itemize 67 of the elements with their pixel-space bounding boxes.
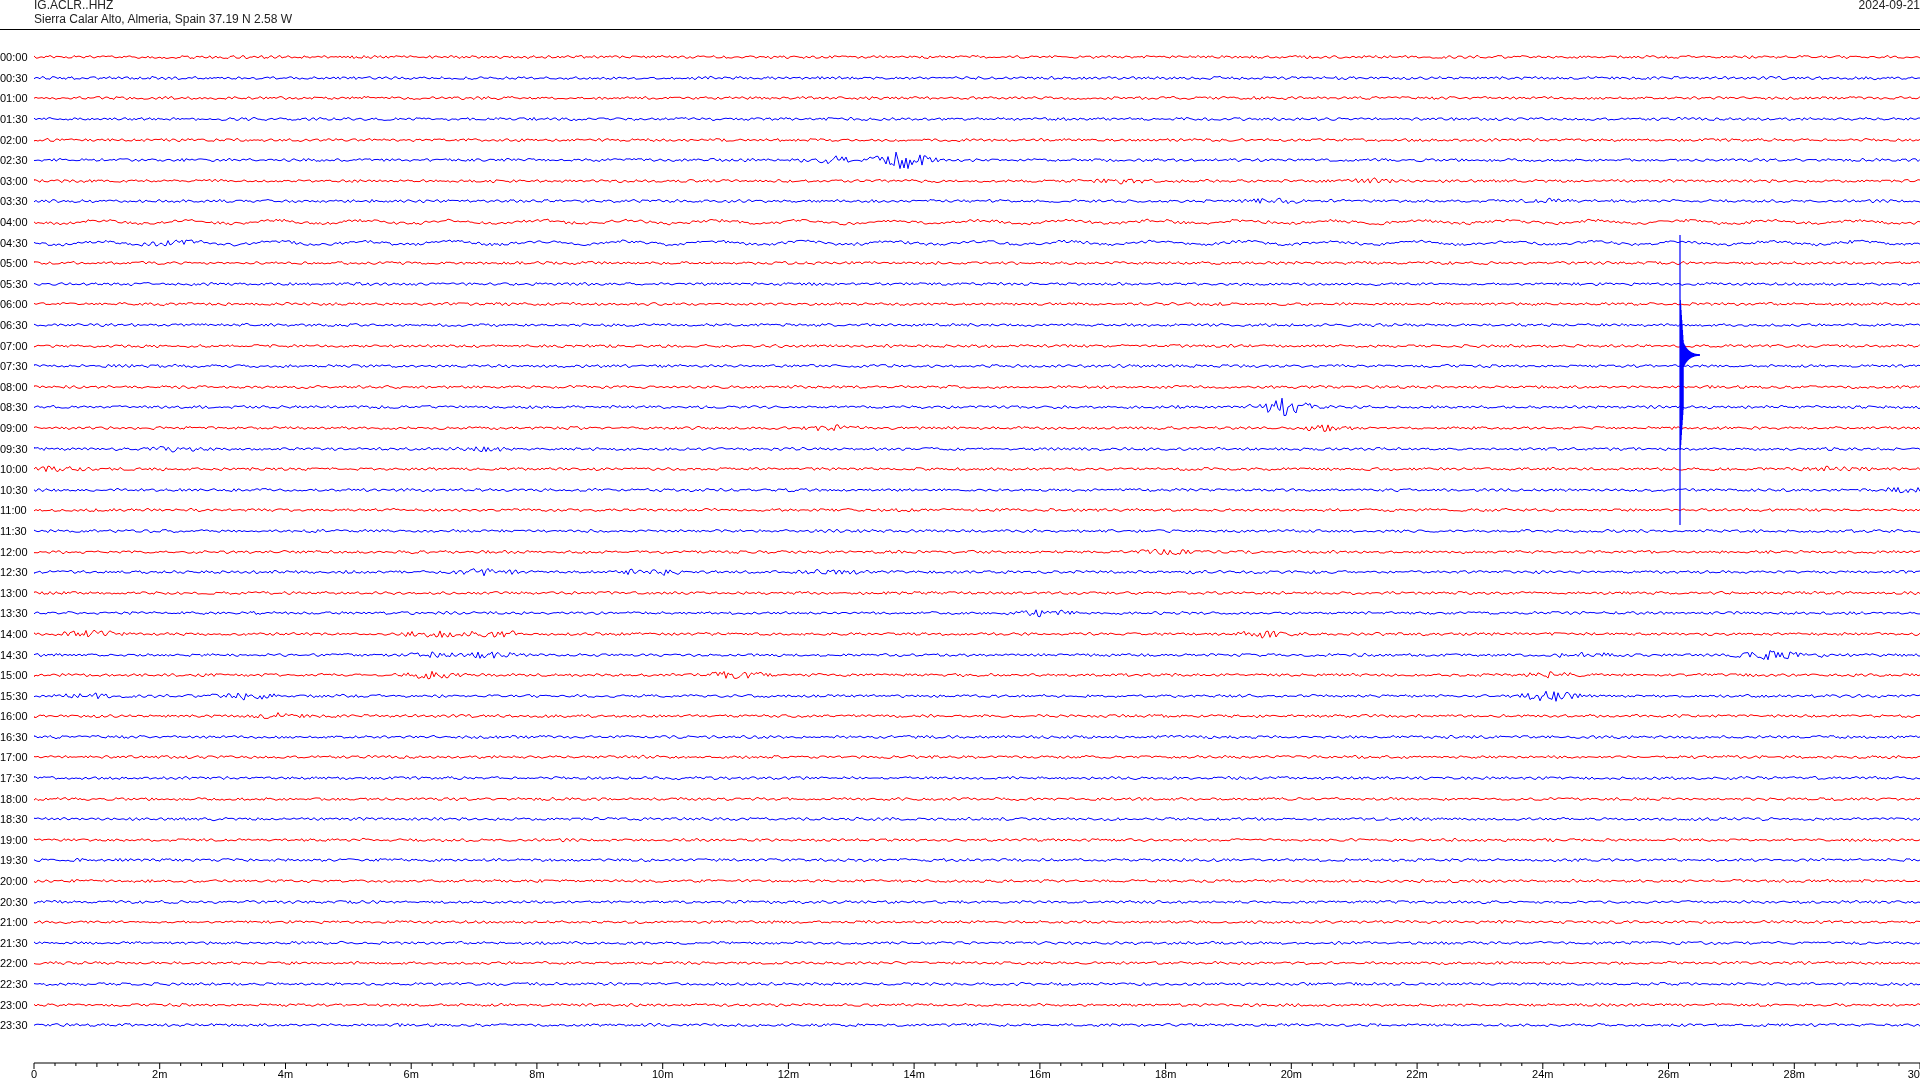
tick-label: 0 xyxy=(30,1068,38,1080)
time-label: 03:30 xyxy=(0,195,29,208)
time-label: 16:30 xyxy=(0,730,29,743)
time-label: 01:30 xyxy=(0,113,29,126)
tick-label: 28m xyxy=(1783,1068,1805,1080)
time-label: 05:00 xyxy=(0,257,29,270)
time-label: 11:00 xyxy=(0,504,28,517)
tick-label: 22m xyxy=(1406,1068,1428,1080)
time-label: 23:00 xyxy=(0,998,29,1011)
time-label: 22:30 xyxy=(0,978,29,990)
time-label: 18:00 xyxy=(0,792,29,805)
time-label: 23:30 xyxy=(0,1019,29,1032)
tick-label: 4m xyxy=(277,1068,294,1080)
tick-label: 16m xyxy=(1029,1068,1051,1080)
time-label: 11:30 xyxy=(0,524,28,537)
tick-label: 20m xyxy=(1280,1068,1303,1080)
time-label: 13:30 xyxy=(0,607,29,620)
time-label: 22:00 xyxy=(0,957,29,970)
time-label: 01:00 xyxy=(0,92,29,105)
time-label: 02:30 xyxy=(0,154,29,167)
time-label: 08:30 xyxy=(0,401,29,414)
time-label: 21:00 xyxy=(0,916,29,929)
station-code: IG.ACLR..HHZ xyxy=(34,0,115,12)
tick-label: 14m xyxy=(903,1068,925,1080)
time-label: 04:00 xyxy=(0,216,29,229)
time-label: 19:30 xyxy=(0,854,29,867)
time-label: 10:00 xyxy=(0,463,29,476)
time-label: 09:00 xyxy=(0,422,29,434)
time-label: 13:00 xyxy=(0,586,29,599)
time-label: 18:30 xyxy=(0,813,29,826)
time-label: 04:30 xyxy=(0,236,29,249)
time-label: 05:30 xyxy=(0,277,29,290)
time-label: 07:00 xyxy=(0,339,29,352)
time-label: 06:30 xyxy=(0,319,29,331)
tick-label: 30 xyxy=(1907,1068,1920,1080)
time-label: 02:00 xyxy=(0,133,29,146)
time-label: 21:30 xyxy=(0,936,29,949)
tick-label: 8m xyxy=(529,1068,545,1080)
time-label: 20:30 xyxy=(0,895,29,908)
time-label: 03:00 xyxy=(0,174,29,187)
time-label: 19:00 xyxy=(0,833,29,846)
time-label: 16:00 xyxy=(0,710,29,723)
tick-label: 24m xyxy=(1532,1068,1554,1080)
time-label: 10:30 xyxy=(0,483,29,496)
time-label: 06:00 xyxy=(0,298,29,311)
tick-label: 6m xyxy=(403,1068,419,1080)
time-label: 17:30 xyxy=(0,772,29,785)
time-label: 08:00 xyxy=(0,380,29,393)
time-label: 14:30 xyxy=(0,648,29,661)
tick-label: 26m xyxy=(1657,1068,1680,1080)
date-label: 2024-09-21 xyxy=(1858,0,1920,14)
time-label: 00:00 xyxy=(0,51,29,64)
tick-label: 18m xyxy=(1154,1068,1177,1080)
time-label: 15:30 xyxy=(0,689,29,702)
tick-label: 10m xyxy=(651,1068,674,1080)
time-label: 14:00 xyxy=(0,627,29,640)
time-label: 20:00 xyxy=(0,875,29,888)
time-label: 17:00 xyxy=(0,751,29,764)
time-label: 12:30 xyxy=(0,566,29,579)
tick-label: 2m xyxy=(152,1068,168,1080)
station-location: Sierra Calar Alto, Almeria, Spain 37.19 N 2.58 W xyxy=(34,12,293,26)
tick-label: 12m xyxy=(777,1068,800,1080)
time-label: 00:30 xyxy=(0,71,29,84)
time-label: 07:30 xyxy=(0,360,29,373)
time-label: 09:30 xyxy=(0,442,29,455)
time-label: 15:00 xyxy=(0,669,29,682)
time-label: 12:00 xyxy=(0,545,29,558)
